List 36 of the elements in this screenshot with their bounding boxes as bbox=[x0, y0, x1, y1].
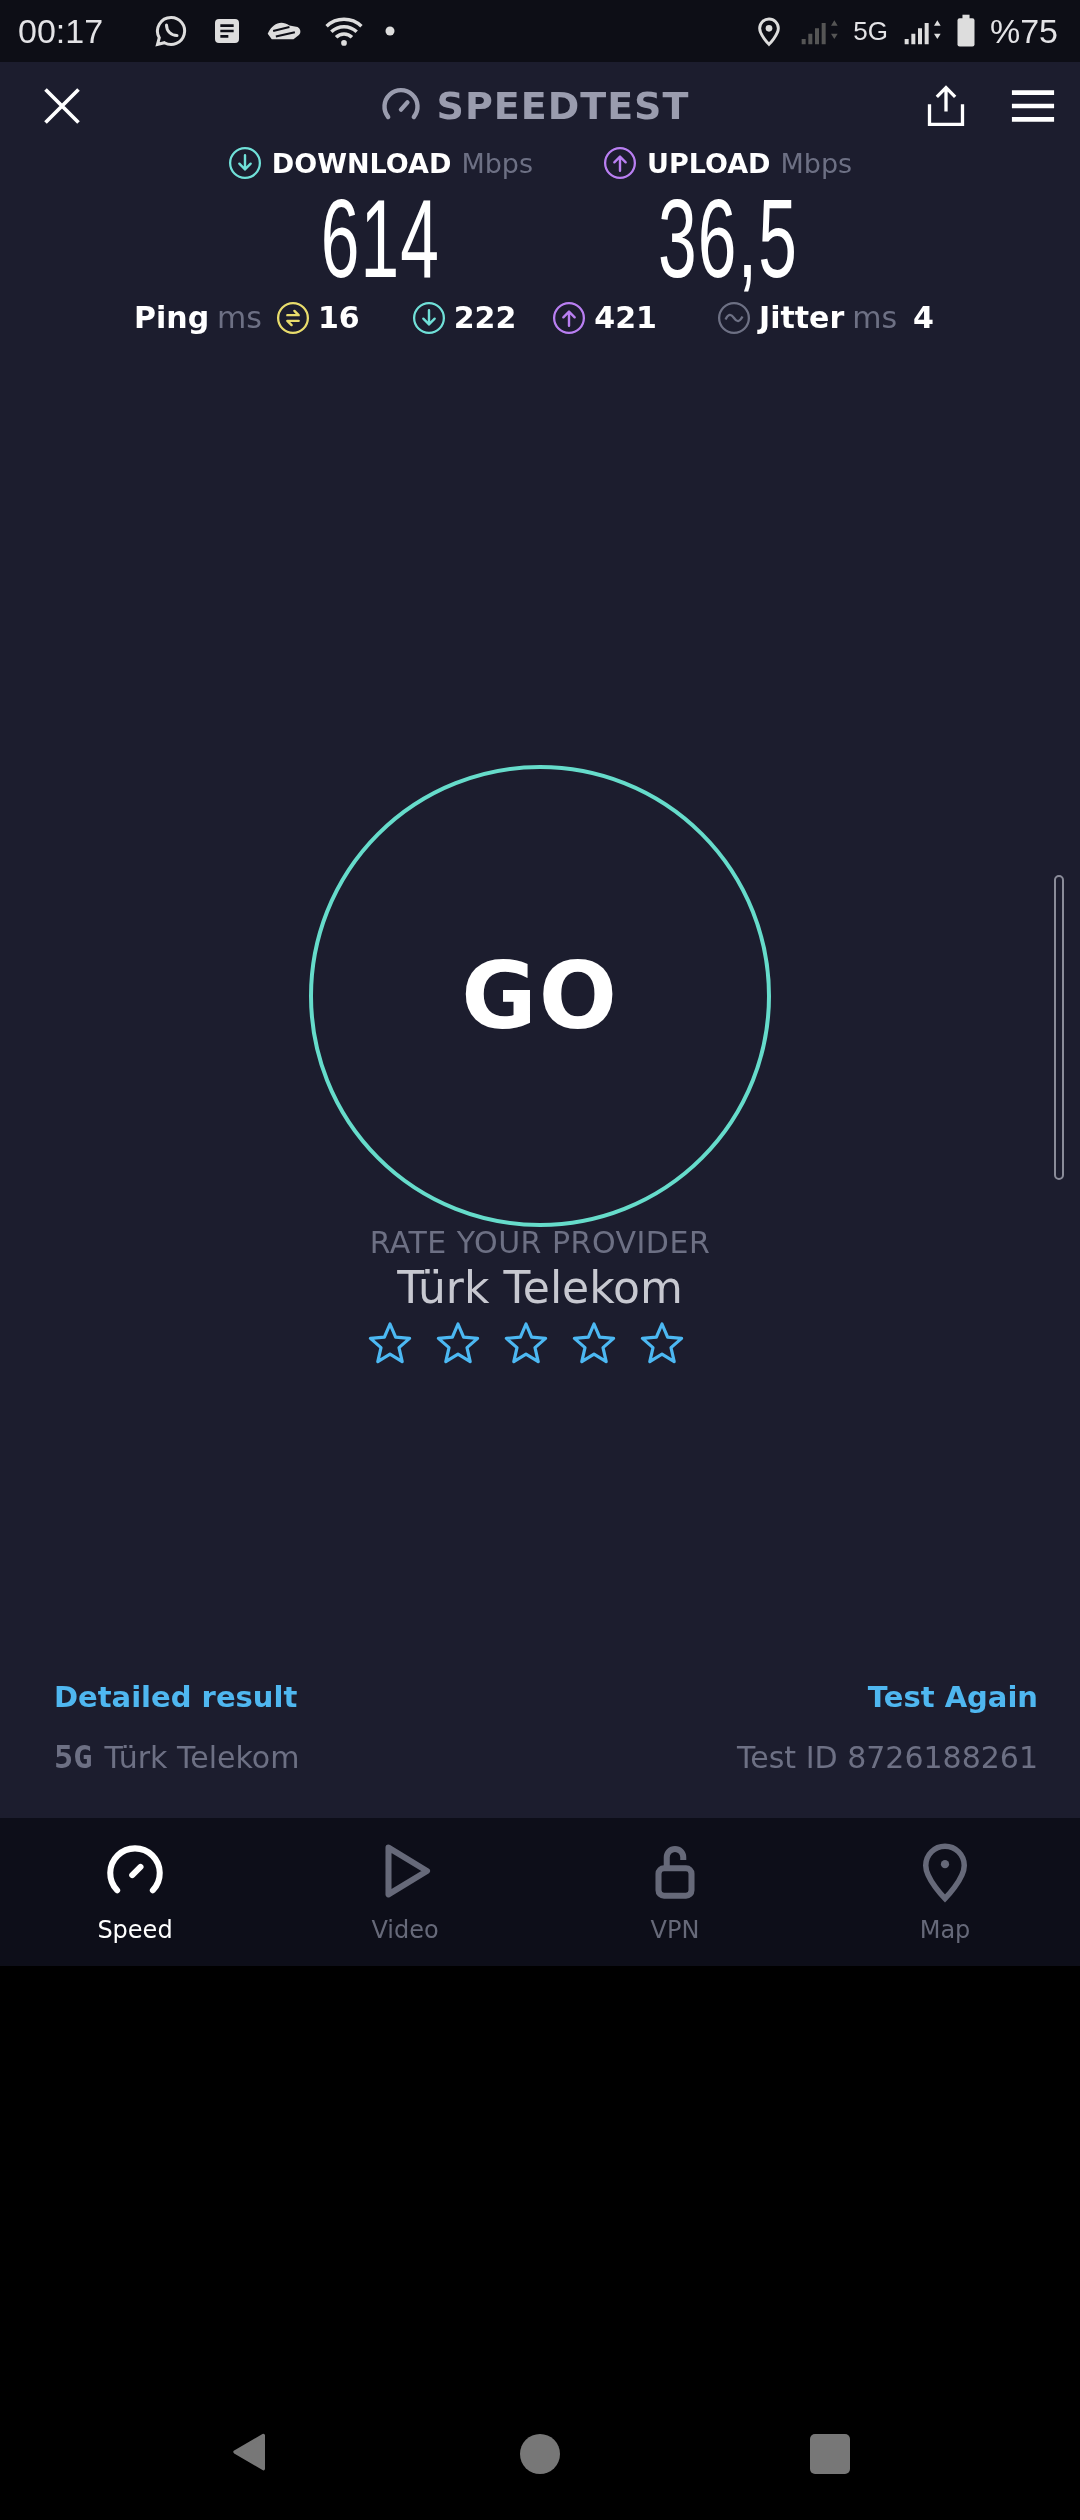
jitter-value: 4 bbox=[913, 300, 934, 335]
test-id: Test ID 8726188261 bbox=[737, 1739, 1038, 1775]
home-icon[interactable] bbox=[520, 2434, 560, 2474]
result-label: UPLOAD bbox=[647, 147, 771, 179]
nav-tab[interactable]: Video bbox=[270, 1818, 540, 1966]
provider-name: Türk Telekom bbox=[104, 1739, 300, 1775]
app-title: SPEEDTEST bbox=[436, 84, 690, 128]
ping-value: 421 bbox=[594, 300, 657, 335]
provider-name: Türk Telekom bbox=[397, 1262, 683, 1313]
nav-tab[interactable]: VPN bbox=[540, 1818, 810, 1966]
ping-value: 222 bbox=[453, 300, 517, 335]
result-link[interactable]: Test Again bbox=[867, 1680, 1038, 1714]
go-button[interactable]: GO bbox=[309, 765, 771, 1227]
battery-percentage: %75 bbox=[989, 11, 1058, 51]
clock: 00:17 bbox=[18, 11, 104, 51]
speed-value: 614 bbox=[320, 180, 441, 298]
nav-tab[interactable]: Speed bbox=[0, 1818, 270, 1966]
dot-icon bbox=[385, 26, 396, 36]
wave-icon bbox=[716, 300, 751, 335]
unit-label: Mbps bbox=[461, 147, 533, 179]
scrollbar[interactable] bbox=[1054, 875, 1064, 1180]
result-label: DOWNLOAD bbox=[271, 147, 452, 179]
battery-icon bbox=[955, 14, 976, 48]
wifi-icon bbox=[325, 15, 364, 47]
ping-label: Ping bbox=[134, 300, 210, 335]
speed-value: 36,5 bbox=[657, 180, 798, 298]
jitter-label: Jitter bbox=[758, 300, 845, 335]
unit-label: ms bbox=[217, 300, 262, 335]
unit-label: Mbps bbox=[780, 147, 853, 179]
unit-label: ms bbox=[852, 300, 898, 335]
ping-value: 16 bbox=[317, 300, 360, 335]
network-type: 5G bbox=[54, 1738, 93, 1776]
result-link[interactable]: Detailed result bbox=[54, 1680, 298, 1714]
rate-prompt: RATE YOUR PROVIDER bbox=[369, 1225, 711, 1260]
network-type: 5G bbox=[853, 15, 888, 47]
nav-tab[interactable]: Map bbox=[810, 1818, 1080, 1966]
